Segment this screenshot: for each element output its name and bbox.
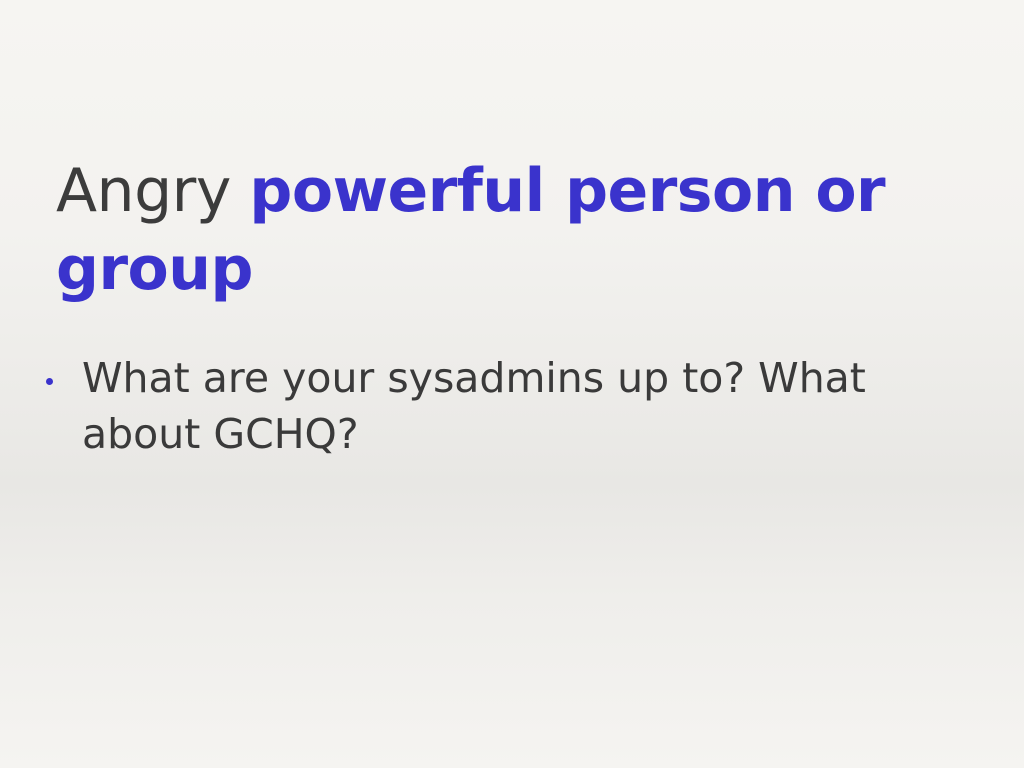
slide-title: Angry powerful person or group: [56, 152, 976, 308]
slide: Angry powerful person or group What are …: [0, 0, 1024, 768]
bullet-list: What are your sysadmins up to? What abou…: [40, 350, 960, 462]
bullet-dot-icon: [46, 378, 53, 385]
bullet-text: What are your sysadmins up to? What abou…: [82, 354, 866, 458]
bullet-item: What are your sysadmins up to? What abou…: [40, 350, 960, 462]
title-plain-text: Angry: [56, 156, 250, 226]
